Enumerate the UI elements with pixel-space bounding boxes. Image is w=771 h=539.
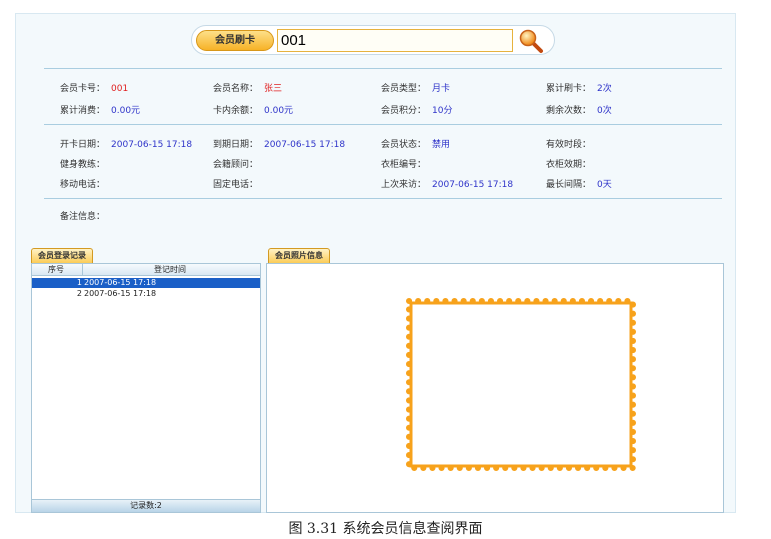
mobile-field: 移动电话： <box>60 180 106 190</box>
valid-period-field: 有效时段： <box>546 140 592 150</box>
total-swipes-field: 累计刷卡： 2次 <box>546 84 612 94</box>
login-records-grid: 序号 登记时间 1 2007-06-15 17:18 2 2007-06-15 … <box>31 263 261 513</box>
photo-frame <box>406 298 636 471</box>
tab-login-records[interactable]: 会员登录记录 <box>31 248 93 263</box>
points-field: 会员积分： 10分 <box>381 106 453 116</box>
table-row[interactable]: 1 2007-06-15 17:18 <box>32 278 260 288</box>
remarks-field: 备注信息： <box>60 212 106 222</box>
consultant-field: 会籍顾问： <box>213 160 259 170</box>
phone-field: 固定电话： <box>213 180 259 190</box>
search-button[interactable] <box>518 28 544 54</box>
member-info-panel: 会员刷卡 001 会员卡号： 001 会员名称： 张三 会员类型： 月卡 累计刷卡： 2 <box>15 13 736 513</box>
type-field: 会员类型： 月卡 <box>381 84 451 94</box>
card-swipe-bar: 会员刷卡 001 <box>191 25 555 55</box>
photo-panel <box>266 263 724 513</box>
column-header-no[interactable]: 序号 <box>48 264 64 275</box>
divider <box>44 198 722 199</box>
total-spend-field: 累计消费： 0.00元 <box>60 106 141 116</box>
remaining-field: 剩余次数： 0次 <box>546 106 612 116</box>
card-number-input[interactable]: 001 <box>277 29 513 52</box>
card-no-field: 会员卡号： 001 <box>60 84 129 94</box>
last-visit-field: 上次来访： 2007-06-15 17:18 <box>381 180 514 190</box>
divider <box>44 68 722 69</box>
swipe-label: 会员刷卡 <box>196 30 274 51</box>
locker-expire-field: 衣柜效期： <box>546 160 592 170</box>
open-date-field: 开卡日期： 2007-06-15 17:18 <box>60 140 193 150</box>
longest-gap-field: 最长间隔： 0天 <box>546 180 612 190</box>
column-header-time[interactable]: 登记时间 <box>154 264 186 275</box>
table-row[interactable]: 2 2007-06-15 17:18 <box>32 289 260 299</box>
search-icon <box>519 29 543 53</box>
balance-field: 卡内余额： 0.00元 <box>213 106 294 116</box>
name-field: 会员名称： 张三 <box>213 84 283 94</box>
locker-no-field: 衣柜编号： <box>381 160 427 170</box>
column-divider <box>82 264 83 275</box>
grid-header: 序号 登记时间 <box>32 264 260 276</box>
expire-date-field: 到期日期： 2007-06-15 17:18 <box>213 140 346 150</box>
record-count: 记录数:2 <box>32 499 260 512</box>
divider <box>44 124 722 125</box>
tab-photo-info[interactable]: 会员照片信息 <box>268 248 330 263</box>
trainer-field: 健身教练： <box>60 160 106 170</box>
status-field: 会员状态： 禁用 <box>381 140 451 150</box>
figure-caption: 图 3.31 系统会员信息查阅界面 <box>288 521 483 537</box>
